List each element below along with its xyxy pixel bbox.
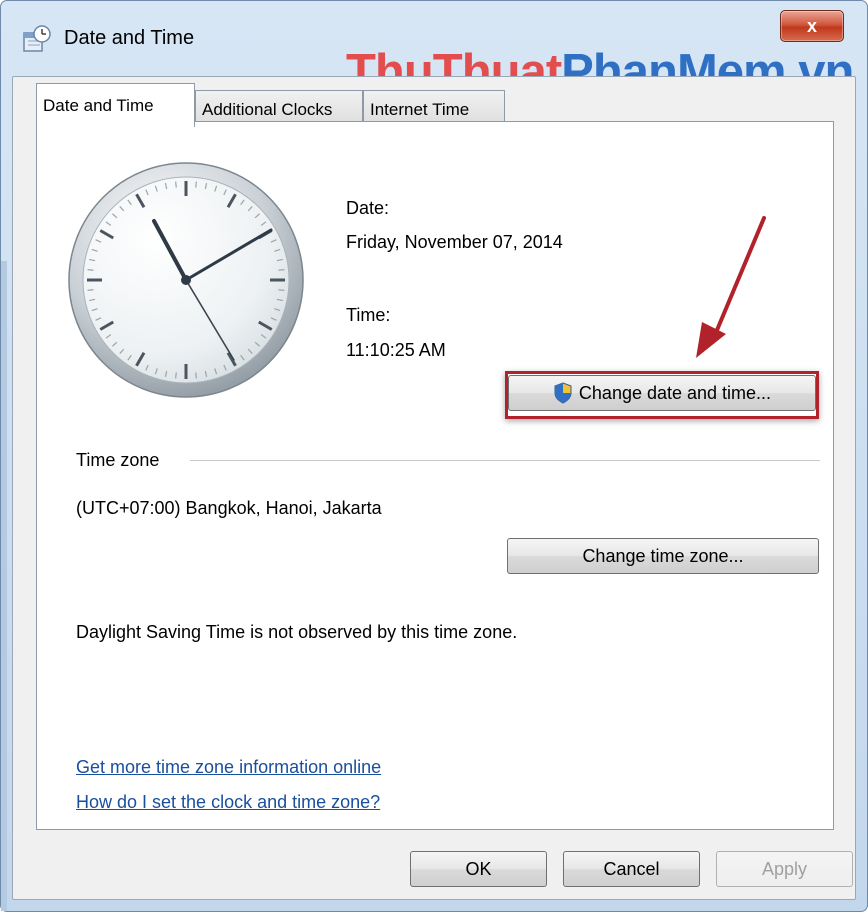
more-info-link[interactable]: Get more time zone information online: [76, 757, 381, 778]
time-zone-value: (UTC+07:00) Bangkok, Hanoi, Jakarta: [76, 498, 382, 518]
time-value: 11:10:25 AM: [346, 340, 446, 360]
date-label: Date:: [346, 198, 390, 218]
clock-minute-mark: [87, 269, 94, 271]
frame-edge: [1, 261, 7, 911]
date-value: Friday, November 07, 2014: [346, 232, 563, 252]
group-divider: [190, 460, 820, 461]
ok-button[interactable]: OK: [410, 851, 547, 887]
tab-date-and-time[interactable]: Date and Time: [36, 83, 195, 127]
cancel-button[interactable]: Cancel: [563, 851, 700, 887]
dst-note: Daylight Saving Time is not observed by …: [76, 622, 518, 642]
date-time-icon: [23, 25, 51, 52]
red-arrow: [696, 216, 766, 358]
close-button[interactable]: x: [780, 10, 844, 42]
clock-minute-mark: [195, 181, 197, 188]
clock-minute-mark: [175, 372, 177, 379]
clock-minute-mark: [87, 289, 94, 291]
clock-minute-mark: [278, 269, 285, 271]
time-label: Time:: [346, 305, 391, 325]
analog-clock: [68, 162, 304, 398]
apply-button[interactable]: Apply: [716, 851, 853, 887]
window-title: Date and Time: [64, 27, 195, 49]
change-time-zone-button[interactable]: Change time zone...: [507, 538, 819, 574]
how-to-link[interactable]: How do I set the clock and time zone?: [76, 792, 380, 813]
highlight-box: [505, 371, 819, 419]
clock-minute-mark: [195, 372, 197, 379]
clock-minute-mark: [278, 289, 285, 291]
time-zone-group-label: Time zone: [76, 450, 160, 470]
clock-minute-mark: [175, 181, 177, 188]
